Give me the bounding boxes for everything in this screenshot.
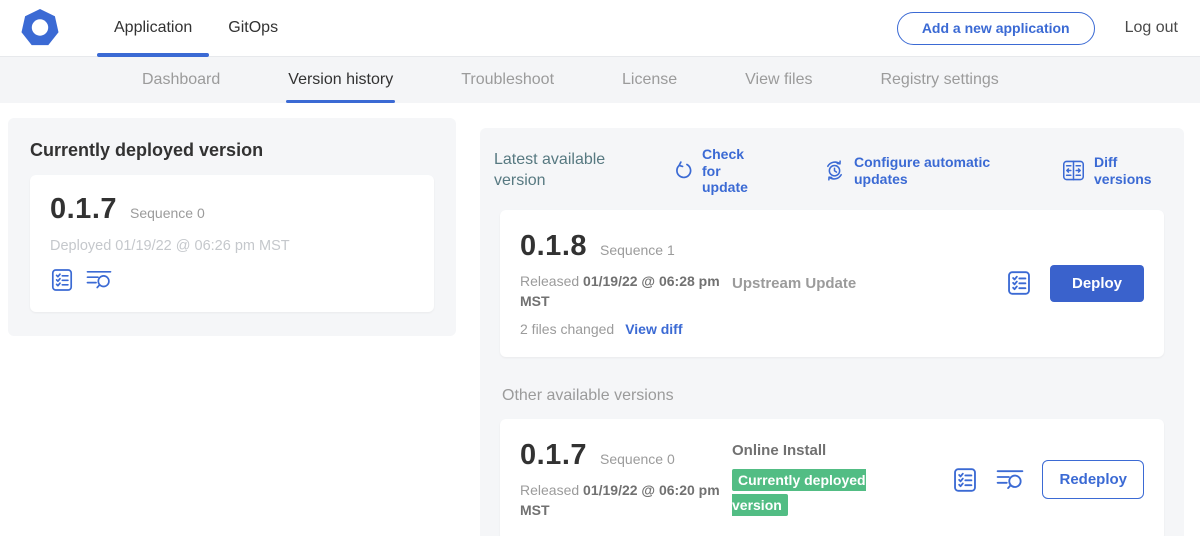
diff-versions-link[interactable]: Diff versions [1062, 154, 1170, 187]
deployed-timestamp: Deployed 01/19/22 @ 06:26 pm MST [50, 238, 414, 254]
released-timestamp: Released 01/19/22 @ 06:28 pm MST [520, 271, 726, 312]
diff-versions-icon [1062, 160, 1085, 181]
app-logo-heptagon-icon[interactable] [20, 8, 60, 48]
deployed-panel-title: Currently deployed version [30, 140, 434, 161]
subtab-troubleshoot[interactable]: Troubleshoot [461, 57, 554, 103]
currently-deployed-panel: Currently deployed version 0.1.7 Sequenc… [8, 118, 456, 336]
version-number: 0.1.7 [520, 439, 587, 472]
files-changed-label: 2 files changed [520, 321, 614, 337]
available-header: Latest available version Check for updat… [492, 144, 1172, 196]
version-info-column: 0.1.7 Sequence 0 Released 01/19/22 @ 06:… [520, 439, 732, 521]
tab-gitops[interactable]: GitOps [210, 0, 296, 57]
configure-automatic-updates-link[interactable]: Configure automatic updates [824, 154, 1002, 187]
add-new-application-button[interactable]: Add a new application [897, 12, 1095, 45]
config-checklist-icon[interactable] [50, 268, 74, 292]
released-timestamp: Released 01/19/22 @ 06:20 pm MST [520, 480, 726, 521]
latest-card-actions: Deploy [1006, 265, 1144, 302]
version-source-label: Upstream Update [732, 275, 1006, 292]
deployed-version-card: 0.1.7 Sequence 0 Deployed 01/19/22 @ 06:… [30, 175, 434, 312]
other-versions-title: Other available versions [502, 387, 1162, 405]
topnav-right: Add a new application Log out [897, 12, 1200, 45]
check-for-update-label: Check for update [702, 146, 764, 196]
other-version-card: 0.1.7 Sequence 0 Released 01/19/22 @ 06:… [500, 419, 1164, 536]
app-tabs: Application GitOps [96, 0, 296, 57]
deploy-button[interactable]: Deploy [1050, 265, 1144, 302]
top-nav: Application GitOps Add a new application… [0, 0, 1200, 57]
config-checklist-icon[interactable] [952, 467, 978, 493]
config-checklist-icon[interactable] [1006, 270, 1032, 296]
logout-link[interactable]: Log out [1125, 19, 1178, 37]
subtab-dashboard[interactable]: Dashboard [142, 57, 220, 103]
view-diff-link[interactable]: View diff [625, 321, 682, 337]
sequence-label: Sequence 1 [600, 242, 675, 258]
available-actions: Check for update Configure automat [674, 146, 1170, 196]
view-logs-icon[interactable] [996, 467, 1024, 493]
check-update-refresh-icon [674, 161, 693, 180]
tab-application[interactable]: Application [96, 0, 210, 57]
version-info-column: 0.1.8 Sequence 1 Released 01/19/22 @ 06:… [520, 230, 732, 338]
view-logs-icon[interactable] [86, 268, 112, 292]
version-source-label: Online Install [732, 442, 952, 459]
sequence-label: Sequence 0 [130, 205, 205, 221]
automatic-updates-clock-icon [824, 160, 845, 181]
available-versions-panel: Latest available version Check for updat… [480, 128, 1184, 536]
subtab-view-files[interactable]: View files [745, 57, 812, 103]
available-panel-title: Latest available version [494, 150, 628, 192]
version-row: 0.1.7 Sequence 0 [50, 193, 414, 226]
sub-nav: Dashboard Version history Troubleshoot L… [0, 57, 1200, 103]
diff-versions-label: Diff versions [1094, 154, 1170, 187]
check-for-update-link[interactable]: Check for update [674, 146, 764, 196]
configure-automatic-updates-label: Configure automatic updates [854, 154, 1002, 187]
deployed-card-actions [50, 268, 414, 292]
currently-deployed-badge: Currently deployed version [732, 469, 866, 516]
sequence-label: Sequence 0 [600, 451, 675, 467]
version-source-column: Online Install Currently deployed versio… [732, 442, 952, 518]
subtab-registry-settings[interactable]: Registry settings [880, 57, 998, 103]
other-card-actions: Redeploy [952, 460, 1144, 499]
main-content: Currently deployed version 0.1.7 Sequenc… [0, 103, 1200, 536]
currently-deployed-badge-wrap: Currently deployed version [732, 468, 904, 518]
version-number: 0.1.7 [50, 193, 117, 226]
subtab-version-history[interactable]: Version history [288, 57, 393, 103]
redeploy-button[interactable]: Redeploy [1042, 460, 1144, 499]
version-number: 0.1.8 [520, 230, 587, 263]
latest-version-card: 0.1.8 Sequence 1 Released 01/19/22 @ 06:… [500, 210, 1164, 358]
subtab-license[interactable]: License [622, 57, 677, 103]
